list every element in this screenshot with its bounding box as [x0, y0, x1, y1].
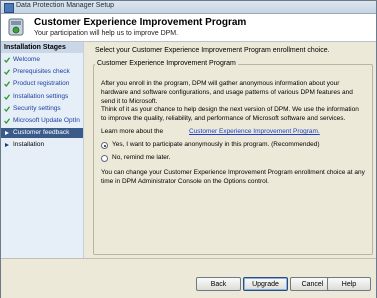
- enrollment-prompt: Select your Customer Experience Improvem…: [95, 47, 330, 54]
- sidebar-stage-item: Installation: [1, 140, 83, 150]
- groupbox-title: Customer Experience Improvement Program: [95, 60, 238, 67]
- sidebar-stage-item: Security settings: [1, 104, 83, 114]
- page-title: Customer Experience Improvement Program: [34, 17, 247, 28]
- upgrade-button[interactable]: Upgrade: [243, 277, 288, 291]
- sidebar-stage-label: Microsoft Update OptIn: [13, 117, 80, 124]
- help-button[interactable]: Help: [327, 277, 371, 291]
- title-bar: Data Protection Manager Setup: [1, 1, 376, 14]
- learn-more-label: Learn more about the: [101, 128, 164, 135]
- option-yes-label[interactable]: Yes, I want to participate anonymously i…: [112, 141, 320, 148]
- app-icon: [4, 3, 14, 13]
- sidebar-stage-item: Microsoft Update OptIn: [1, 116, 83, 126]
- main-panel: Select your Customer Experience Improvem…: [84, 42, 376, 258]
- sidebar-stage-item: Welcome: [1, 55, 83, 65]
- checkmark-icon: [4, 106, 10, 112]
- sidebar-stage-label: Installation: [13, 141, 45, 149]
- sidebar-stage-label: Prerequisites check: [13, 68, 70, 76]
- checkmark-icon: [4, 118, 10, 124]
- change-choice-note: You can change your Customer Experience …: [101, 169, 365, 185]
- installation-stages-sidebar: Installation Stages Welcome Prerequisites…: [1, 42, 84, 258]
- checkmark-icon: [4, 69, 10, 76]
- enroll-description: After you enroll in the program, DPM wil…: [101, 80, 353, 105]
- sidebar-stage-label: Product registration: [13, 80, 70, 88]
- radio-participate-yes[interactable]: [101, 142, 108, 149]
- sidebar-stage-item: Prerequisites check: [1, 67, 83, 77]
- page-subtitle: Your participation will help us to impro…: [34, 30, 179, 37]
- setup-window: Data Protection Manager Setup Customer E…: [0, 0, 377, 298]
- window-title: Data Protection Manager Setup: [16, 2, 115, 9]
- arrow-icon: [5, 143, 9, 148]
- button-bar: Back Upgrade Cancel Help: [1, 258, 376, 298]
- radio-remind-later[interactable]: [101, 155, 108, 162]
- learn-more-link[interactable]: Customer Experience Improvement Program.: [189, 127, 320, 136]
- sidebar-stage-label: Installation settings: [13, 92, 69, 100]
- sidebar-stage-label: Welcome: [13, 56, 40, 63]
- design-description: Think of it as your chance to help desig…: [101, 106, 359, 122]
- sidebar-stage-item: Product registration: [1, 79, 83, 89]
- sidebar-title: Installation Stages: [1, 42, 83, 53]
- sidebar-stage-item: Customer feedback option: [1, 128, 83, 146]
- checkmark-icon: [4, 93, 10, 100]
- learn-more-row: Learn more about the Customer Experience…: [101, 127, 366, 136]
- sidebar-stage-label: Security settings: [13, 104, 61, 112]
- page-header: Customer Experience Improvement Program …: [1, 14, 376, 42]
- option-no-label[interactable]: No, remind me later.: [112, 154, 171, 161]
- checkmark-icon: [4, 57, 10, 63]
- back-button[interactable]: Back: [196, 277, 241, 291]
- sidebar-stage-item: Installation settings: [1, 92, 83, 102]
- checkmark-icon: [4, 81, 10, 88]
- dpm-logo-icon: [8, 18, 24, 36]
- arrow-icon: [5, 131, 9, 136]
